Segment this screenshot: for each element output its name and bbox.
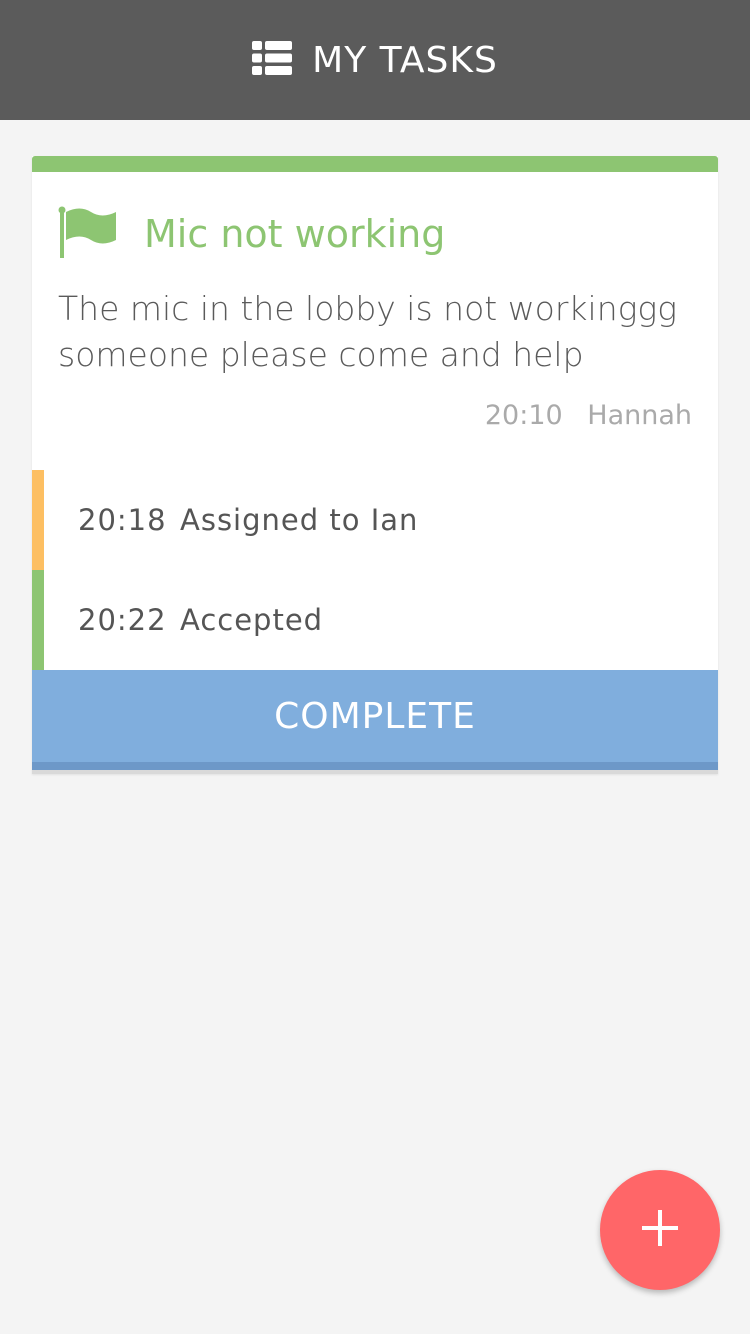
- page-title: MY TASKS: [312, 39, 498, 81]
- task-header: Mic not working: [32, 172, 718, 266]
- add-task-button[interactable]: [600, 1170, 720, 1290]
- log-status-bar: [32, 570, 44, 670]
- log-status-bar: [32, 470, 44, 570]
- log-text: Accepted: [180, 603, 324, 637]
- app-header: MY TASKS: [0, 0, 750, 120]
- log-time: 20:22: [78, 603, 167, 637]
- task-log: 20:18 Assigned to Ian 20:22 Accepted: [32, 470, 718, 670]
- task-description: The mic in the lobby is not workinggg so…: [58, 289, 678, 374]
- log-entry: 20:18 Assigned to Ian: [32, 470, 718, 570]
- list-icon: [252, 41, 293, 79]
- task-status-bar: [32, 156, 718, 172]
- complete-button[interactable]: COMPLETE: [32, 670, 718, 770]
- plus-icon: [642, 1210, 678, 1250]
- task-card[interactable]: Mic not working The mic in the lobby is …: [32, 156, 718, 774]
- card-shadow-line: [32, 770, 718, 774]
- task-time: 20:10: [484, 400, 563, 431]
- flag-icon: [58, 206, 118, 262]
- task-title: Mic not working: [144, 212, 446, 256]
- log-time: 20:18: [78, 503, 167, 537]
- task-meta: 20:10 Hannah: [32, 378, 718, 450]
- log-text: Assigned to Ian: [180, 503, 419, 537]
- log-entry: 20:22 Accepted: [32, 570, 718, 670]
- task-author: Hannah: [587, 400, 692, 431]
